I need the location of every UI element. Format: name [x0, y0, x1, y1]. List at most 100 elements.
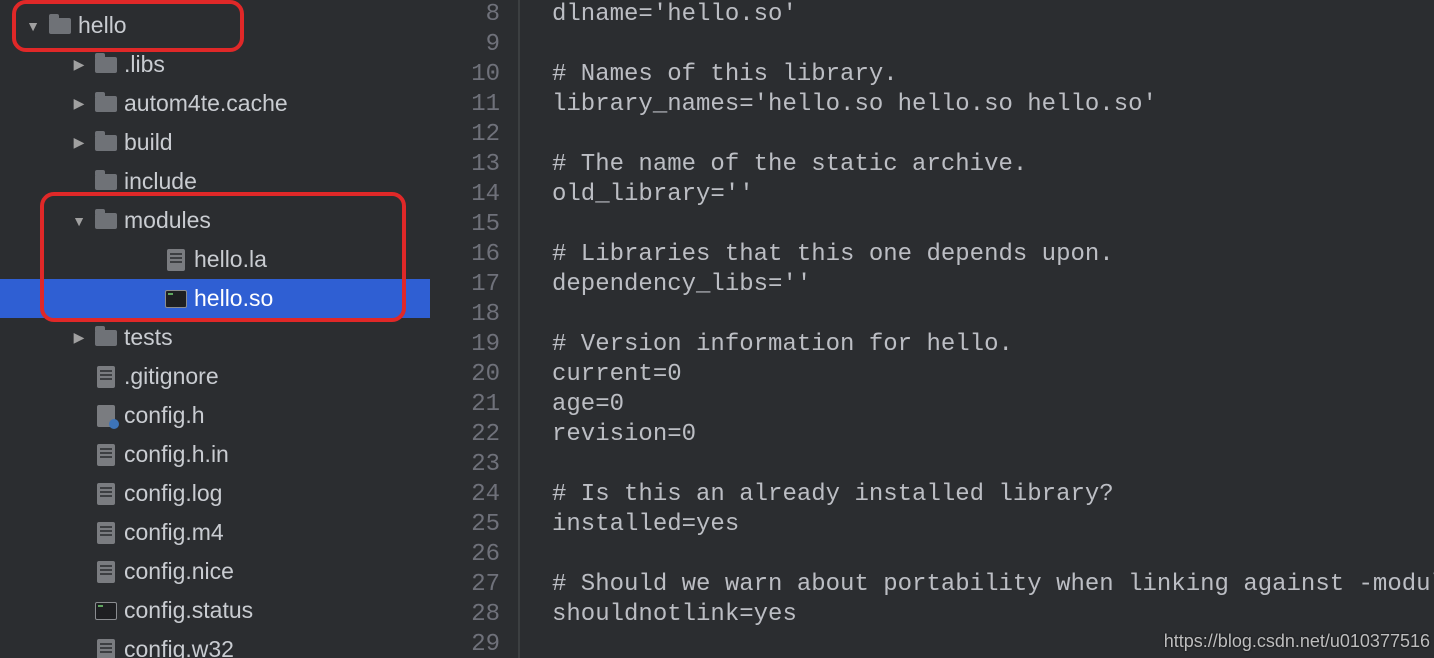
binary-file-icon — [164, 287, 188, 311]
tree-item-label: .libs — [124, 51, 165, 78]
line-number: 27 — [430, 570, 500, 600]
code-line[interactable] — [552, 210, 1434, 240]
tree-item-label: config.w32 — [124, 636, 234, 658]
file-icon — [164, 248, 188, 272]
code-line[interactable]: dependency_libs='' — [552, 270, 1434, 300]
code-line[interactable] — [552, 30, 1434, 60]
binary-file-icon — [94, 599, 118, 623]
folder-icon — [94, 131, 118, 155]
tree-item-label: config.status — [124, 597, 253, 624]
tree-item-config-nice[interactable]: ▶config.nice — [0, 552, 430, 591]
file-icon — [94, 638, 118, 658]
tree-item-config-m4[interactable]: ▶config.m4 — [0, 513, 430, 552]
tree-root-hello[interactable]: ▼ hello — [0, 6, 430, 45]
tree-item-modules[interactable]: ▼ modules — [0, 201, 430, 240]
line-number: 24 — [430, 480, 500, 510]
code-line[interactable] — [552, 450, 1434, 480]
tree-item-hello-la[interactable]: ▶hello.la — [0, 240, 430, 279]
tree-item-autom4te-cache[interactable]: ▶autom4te.cache — [0, 84, 430, 123]
tree-item-label: tests — [124, 324, 173, 351]
folder-icon — [94, 326, 118, 350]
tree-item-label: build — [124, 129, 173, 156]
tree-item-label: config.log — [124, 480, 222, 507]
tree-item-include[interactable]: ▶include — [0, 162, 430, 201]
chevron-right-icon: ▶ — [70, 56, 88, 73]
line-number: 29 — [430, 630, 500, 658]
code-line[interactable]: # Names of this library. — [552, 60, 1434, 90]
tree-root-label: hello — [78, 12, 127, 39]
tree-item-label: include — [124, 168, 197, 195]
line-number: 12 — [430, 120, 500, 150]
tree-item-build[interactable]: ▶build — [0, 123, 430, 162]
line-number: 16 — [430, 240, 500, 270]
tree-item-label: config.h — [124, 402, 205, 429]
code-line[interactable] — [552, 120, 1434, 150]
tree-item-label: autom4te.cache — [124, 90, 288, 117]
folder-icon — [94, 170, 118, 194]
line-number: 28 — [430, 600, 500, 630]
watermark-text: https://blog.csdn.net/u010377516 — [1164, 631, 1430, 652]
code-line[interactable]: # Should we warn about portability when … — [552, 570, 1434, 600]
header-file-icon — [94, 404, 118, 428]
tree-item-config-h[interactable]: ▶config.h — [0, 396, 430, 435]
tree-item-label: config.h.in — [124, 441, 229, 468]
tree-item-label: config.nice — [124, 558, 234, 585]
code-line[interactable]: current=0 — [552, 360, 1434, 390]
tree-item-config-w32[interactable]: ▶config.w32 — [0, 630, 430, 658]
code-line[interactable]: installed=yes — [552, 510, 1434, 540]
line-number: 26 — [430, 540, 500, 570]
file-tree-sidebar[interactable]: ▼ hello ▶.libs▶autom4te.cache▶build▶incl… — [0, 0, 430, 658]
file-icon — [94, 365, 118, 389]
line-number: 11 — [430, 90, 500, 120]
line-number: 21 — [430, 390, 500, 420]
line-number: 9 — [430, 30, 500, 60]
line-number: 17 — [430, 270, 500, 300]
folder-icon — [94, 209, 118, 233]
code-line[interactable]: old_library='' — [552, 180, 1434, 210]
code-line[interactable]: revision=0 — [552, 420, 1434, 450]
line-number: 19 — [430, 330, 500, 360]
line-number: 14 — [430, 180, 500, 210]
line-number: 22 — [430, 420, 500, 450]
code-editor[interactable]: 8910111213141516171819202122232425262728… — [430, 0, 1434, 658]
tree-item-config-status[interactable]: ▶config.status — [0, 591, 430, 630]
code-line[interactable]: library_names='hello.so hello.so hello.s… — [552, 90, 1434, 120]
line-number-gutter: 8910111213141516171819202122232425262728… — [430, 0, 520, 658]
code-line[interactable]: shouldnotlink=yes — [552, 600, 1434, 630]
line-number: 25 — [430, 510, 500, 540]
chevron-right-icon: ▶ — [70, 329, 88, 346]
line-number: 15 — [430, 210, 500, 240]
code-area[interactable]: dlname='hello.so' # Names of this library… — [520, 0, 1434, 658]
code-line[interactable]: age=0 — [552, 390, 1434, 420]
code-line[interactable]: # Version information for hello. — [552, 330, 1434, 360]
tree-item--libs[interactable]: ▶ .libs — [0, 45, 430, 84]
tree-item-label: .gitignore — [124, 363, 219, 390]
folder-icon — [94, 92, 118, 116]
code-line[interactable] — [552, 300, 1434, 330]
code-line[interactable] — [552, 540, 1434, 570]
line-number: 23 — [430, 450, 500, 480]
file-icon — [94, 560, 118, 584]
line-number: 13 — [430, 150, 500, 180]
file-icon — [94, 482, 118, 506]
tree-item-hello-so[interactable]: ▶hello.so — [0, 279, 430, 318]
tree-item-label: hello.la — [194, 246, 267, 273]
tree-item-config-log[interactable]: ▶config.log — [0, 474, 430, 513]
file-icon — [94, 443, 118, 467]
line-number: 8 — [430, 0, 500, 30]
folder-icon — [94, 53, 118, 77]
tree-item-config-h-in[interactable]: ▶config.h.in — [0, 435, 430, 474]
code-line[interactable]: # Is this an already installed library? — [552, 480, 1434, 510]
tree-item--gitignore[interactable]: ▶.gitignore — [0, 357, 430, 396]
code-line[interactable]: # The name of the static archive. — [552, 150, 1434, 180]
code-line[interactable]: dlname='hello.so' — [552, 0, 1434, 30]
tree-item-label: hello.so — [194, 285, 273, 312]
file-icon — [94, 521, 118, 545]
chevron-down-icon: ▼ — [24, 18, 42, 34]
chevron-down-icon: ▼ — [70, 213, 88, 229]
line-number: 20 — [430, 360, 500, 390]
ide-workspace: ▼ hello ▶.libs▶autom4te.cache▶build▶incl… — [0, 0, 1434, 658]
tree-item-tests[interactable]: ▶ tests — [0, 318, 430, 357]
tree-item-label: modules — [124, 207, 211, 234]
code-line[interactable]: # Libraries that this one depends upon. — [552, 240, 1434, 270]
